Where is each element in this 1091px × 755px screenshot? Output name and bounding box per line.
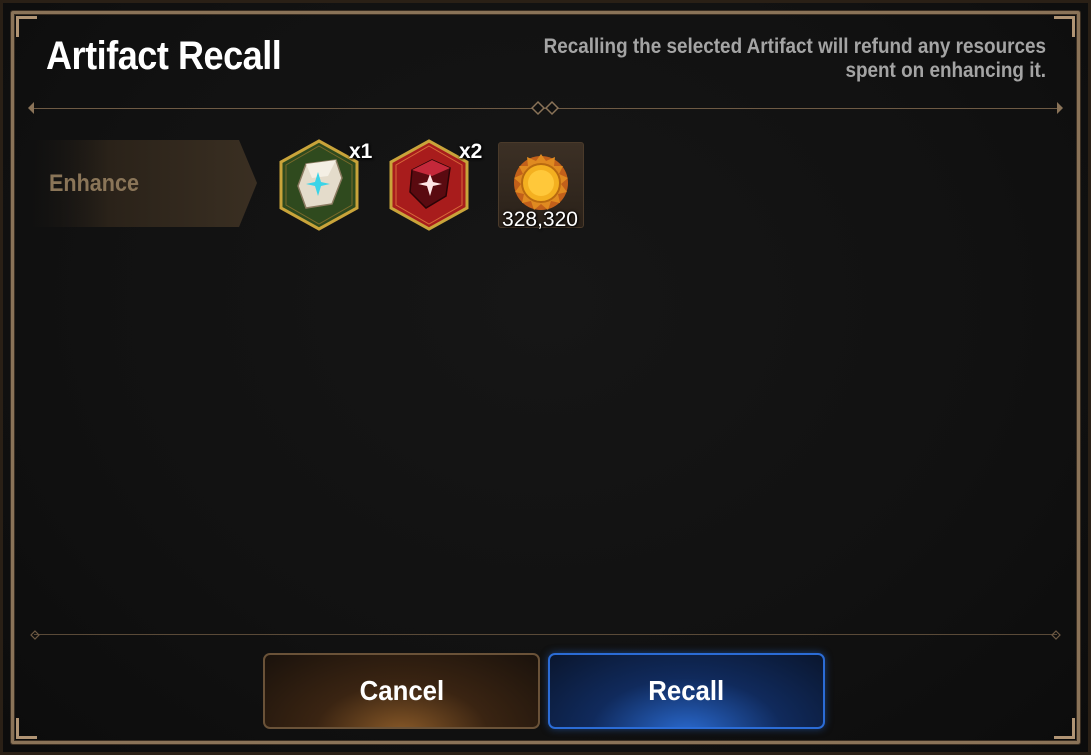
description-line-1: Recalling the selected Artifact will ref… [543,35,1046,58]
resource-count: x1 [349,140,373,163]
dialog-description: Recalling the selected Artifact will ref… [542,35,1046,83]
corner-ornament [16,16,37,37]
enhance-label: Enhance [49,170,140,197]
corner-ornament [1054,718,1075,739]
dialog-title: Artifact Recall [46,34,282,78]
recall-button[interactable]: Recall [548,653,825,729]
divider-cap-icon [1057,102,1063,114]
corner-ornament [16,718,37,739]
cancel-button-label: Cancel [359,675,444,706]
corner-ornament [1054,16,1075,37]
resource-count: x2 [459,140,483,163]
divider-ornament-icon [531,100,559,116]
footer-divider [34,634,1057,635]
divider-cap-icon [1051,630,1061,640]
divider-cap-icon [30,630,40,640]
recall-button-label: Recall [648,675,725,706]
gold-amount: 328,320 [502,208,578,231]
cancel-button[interactable]: Cancel [263,653,540,729]
description-line-2: spent on enhancing it. [845,59,1046,82]
divider-cap-icon [28,102,34,114]
